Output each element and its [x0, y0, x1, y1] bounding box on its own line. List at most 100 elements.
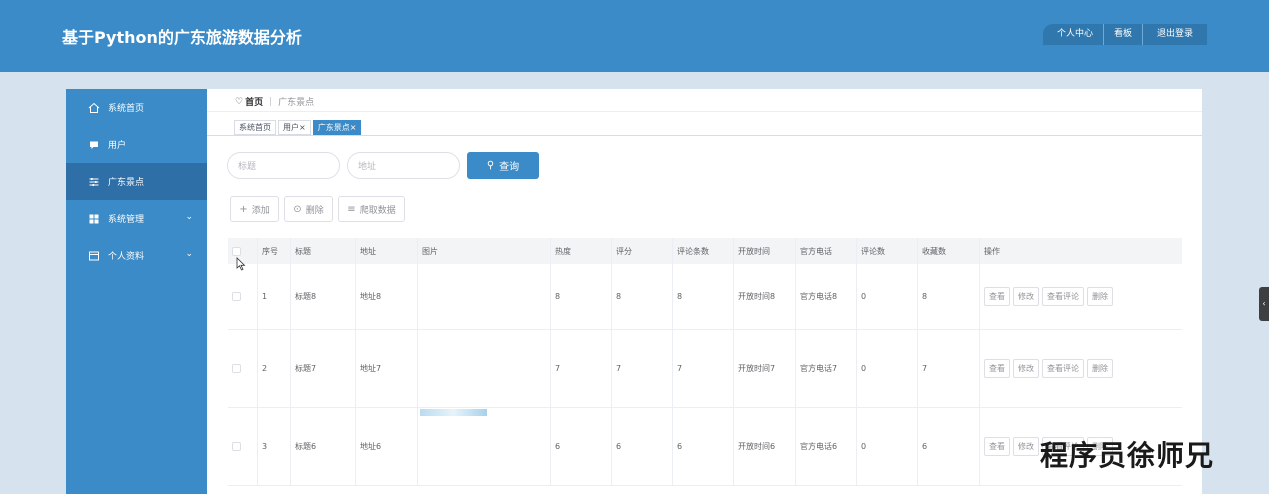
tag-users[interactable]: 用户× [278, 120, 311, 135]
row-checkbox[interactable] [232, 364, 241, 373]
view-button[interactable]: 查看 [984, 437, 1010, 456]
mouse-cursor-icon [236, 256, 246, 275]
image-cell [418, 264, 551, 329]
top-header: 基于Python的广东旅游数据分析 个人中心 看板 退出登录 [0, 0, 1269, 72]
sidebar-item-users[interactable]: 用户 [66, 126, 207, 163]
table-cell: 7 [612, 330, 673, 407]
header-cell: 热度 [551, 238, 612, 264]
table-cell: 0 [857, 408, 918, 485]
header-cell: 评论条数 [673, 238, 734, 264]
divider [207, 111, 1202, 112]
table-cell: 7 [551, 330, 612, 407]
image-cell [418, 408, 551, 485]
view-comments-button[interactable]: 查看评论 [1042, 359, 1084, 378]
grid-icon [88, 213, 100, 225]
ops-cell: 查看 修改 查看评论 删除 [980, 330, 1182, 407]
row-checkbox-cell [228, 408, 258, 485]
edit-button[interactable]: 修改 [1013, 287, 1039, 306]
chevron-down-icon: ⌄ [185, 212, 193, 222]
view-button[interactable]: 查看 [984, 359, 1010, 378]
breadcrumb-home[interactable]: 首页 [245, 95, 263, 108]
divider [207, 135, 1202, 136]
table-cell: 标题8 [291, 264, 356, 329]
view-button[interactable]: 查看 [984, 287, 1010, 306]
tags-view: 系统首页 用户× 广东景点× [234, 120, 363, 135]
sidebar-item-system-management[interactable]: 系统管理 ⌄ [66, 200, 207, 237]
table-cell: 地址7 [356, 330, 418, 407]
row-checkbox-cell [228, 330, 258, 407]
profile-icon [88, 250, 100, 262]
search-button[interactable]: ⚲ 查询 [467, 152, 539, 179]
search-icon: ⚲ [486, 160, 495, 171]
delete-row-button[interactable]: 删除 [1087, 359, 1113, 378]
sliders-icon [88, 176, 100, 188]
table-cell: 0 [857, 330, 918, 407]
header-cell: 地址 [356, 238, 418, 264]
row-checkbox[interactable] [232, 442, 241, 451]
chevron-down-icon: ⌄ [185, 249, 193, 259]
home-icon [88, 102, 100, 114]
view-comments-button[interactable]: 查看评论 [1042, 287, 1084, 306]
table-cell: 地址6 [356, 408, 418, 485]
remove-circle-icon: ⊙ [293, 203, 302, 215]
row-checkbox[interactable] [232, 292, 241, 301]
title-search-input[interactable] [227, 152, 340, 179]
table-cell: 6 [673, 408, 734, 485]
heart-icon: ♡ [235, 96, 244, 107]
header-cell: 图片 [418, 238, 551, 264]
attractions-table: 序号 标题 地址 图片 热度 评分 评论条数 开放时间 官方电话 评论数 收藏数… [228, 238, 1182, 486]
header-cell: 操作 [984, 246, 1000, 256]
table-cell: 官方电话6 [796, 408, 857, 485]
edit-button[interactable]: 修改 [1013, 359, 1039, 378]
delete-button-label: 删除 [305, 205, 324, 216]
tag-attractions[interactable]: 广东景点× [312, 120, 362, 135]
nav-personal-center[interactable]: 个人中心 [1043, 24, 1105, 45]
header-cell: 标题 [291, 238, 356, 264]
app-title: 基于Python的广东旅游数据分析 [62, 28, 302, 47]
image-cell [418, 330, 551, 407]
plus-icon: + [239, 203, 248, 215]
add-button-label: 添加 [251, 205, 270, 216]
table-cell: 标题7 [291, 330, 356, 407]
header-cell: 序号 [258, 238, 291, 264]
layers-icon: ≡ [347, 203, 356, 215]
table-cell: 官方电话7 [796, 330, 857, 407]
table-cell: 6 [612, 408, 673, 485]
table-cell: 7 [673, 330, 734, 407]
header-cell: 评论数 [857, 238, 918, 264]
table-cell: 8 [673, 264, 734, 329]
table-cell: 地址8 [356, 264, 418, 329]
table-cell: 6 [551, 408, 612, 485]
sidebar: 系统首页 用户 广东景点 系统管理 ⌄ 个人资料 ⌄ [66, 89, 207, 494]
table-row: 2 标题7 地址7 7 7 7 开放时间7 官方电话7 0 7 查看 修改 查看… [228, 330, 1182, 408]
sidebar-item-label: 系统管理 [108, 215, 145, 225]
ops-cell: 查看 修改 查看评论 删除 [980, 264, 1182, 329]
header-cell: 官方电话 [796, 238, 857, 264]
table-cell: 0 [857, 264, 918, 329]
table-cell: 8 [612, 264, 673, 329]
sidebar-item-profile[interactable]: 个人资料 ⌄ [66, 237, 207, 274]
crawl-data-button[interactable]: ≡ 爬取数据 [338, 196, 405, 222]
breadcrumb-separator: | [269, 96, 273, 107]
sidebar-item-home[interactable]: 系统首页 [66, 89, 207, 126]
table-cell: 8 [551, 264, 612, 329]
header-cell: 开放时间 [734, 238, 796, 264]
edit-button[interactable]: 修改 [1013, 437, 1039, 456]
nav-dashboard[interactable]: 看板 [1104, 24, 1144, 45]
side-panel-toggle[interactable]: ‹ [1259, 287, 1269, 321]
nav-logout[interactable]: 退出登录 [1143, 24, 1208, 45]
delete-row-button[interactable]: 删除 [1087, 287, 1113, 306]
sidebar-item-attractions[interactable]: 广东景点 [66, 163, 207, 200]
select-all-checkbox[interactable] [232, 246, 241, 256]
table-cell: 8 [918, 264, 980, 329]
table-header: 序号 标题 地址 图片 热度 评分 评论条数 开放时间 官方电话 评论数 收藏数… [228, 238, 1182, 264]
tag-home[interactable]: 系统首页 [234, 120, 276, 135]
add-button[interactable]: + 添加 [230, 196, 279, 222]
search-button-label: 查询 [499, 162, 520, 173]
table-cell: 开放时间8 [734, 264, 796, 329]
sidebar-item-label: 广东景点 [108, 178, 145, 188]
address-search-input[interactable] [347, 152, 460, 179]
table-cell: 标题6 [291, 408, 356, 485]
delete-button[interactable]: ⊙ 删除 [284, 196, 333, 222]
breadcrumb: ♡ 首页 | 广东景点 [235, 95, 314, 109]
